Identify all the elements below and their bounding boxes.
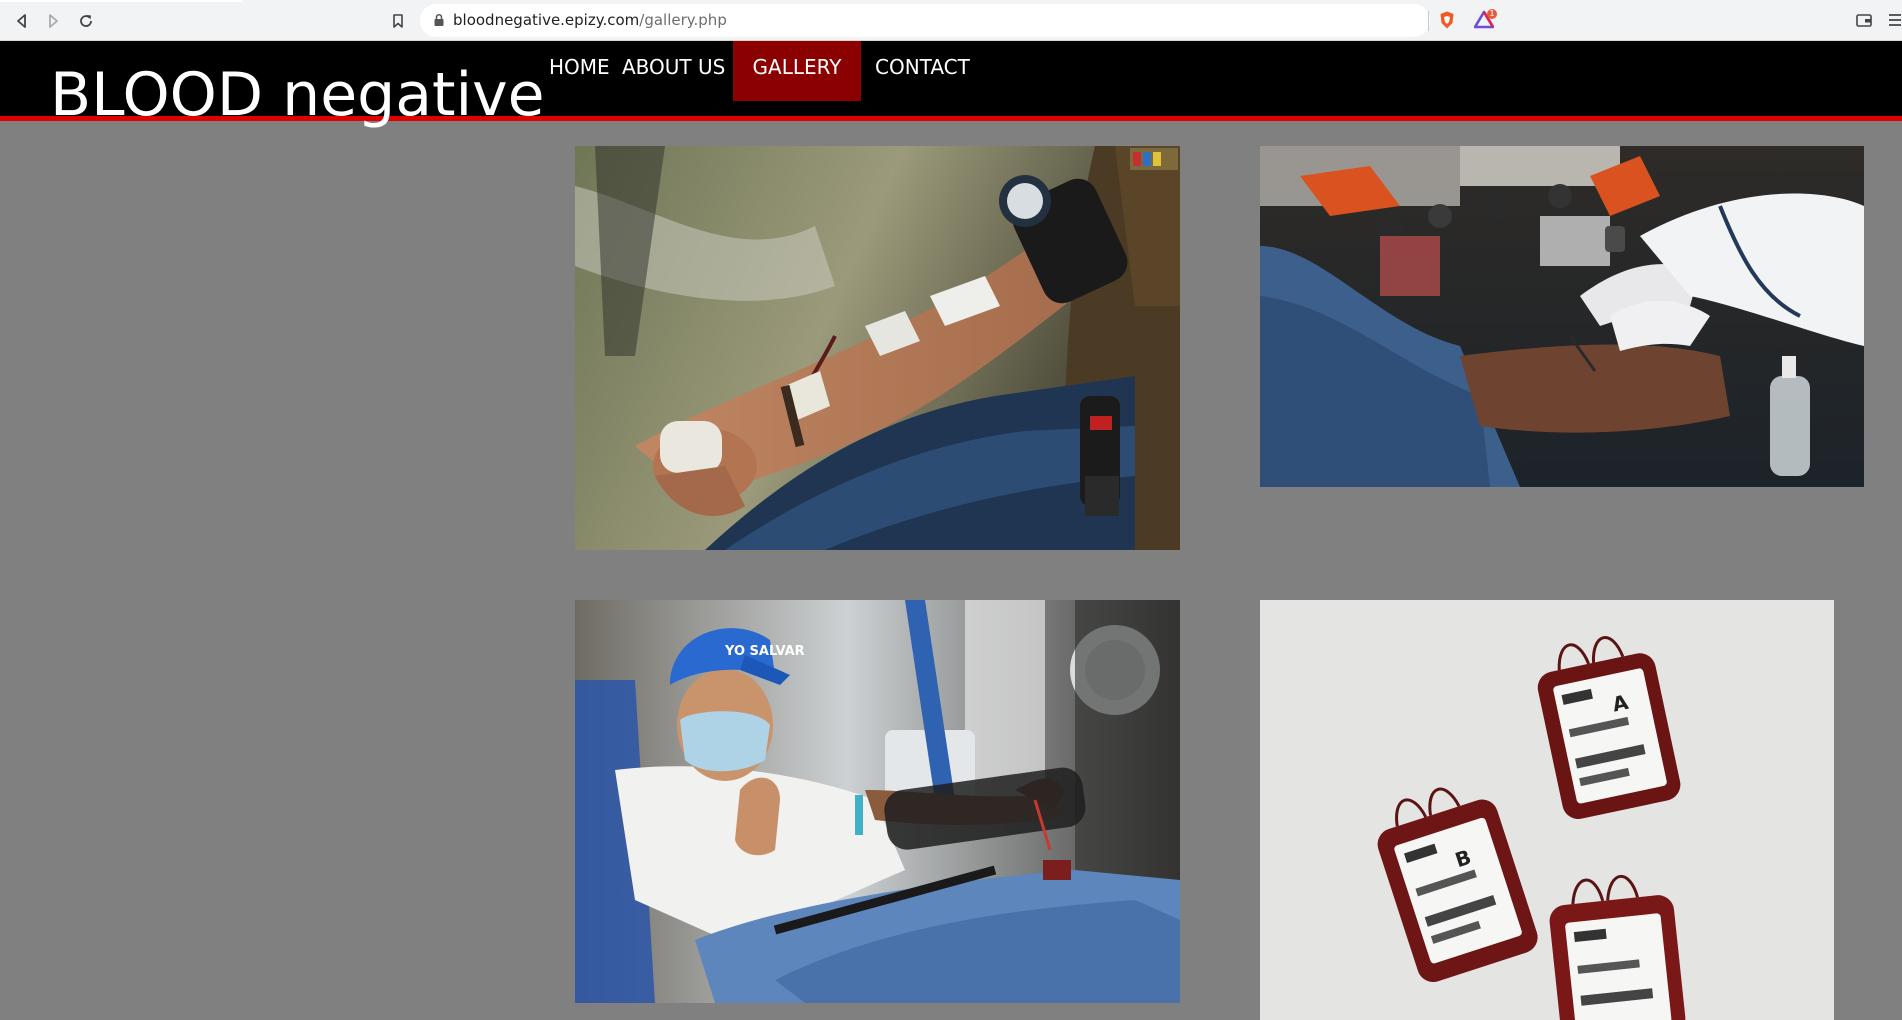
nav-about-us[interactable]: ABOUT US [622,41,725,101]
wallet-button[interactable] [1854,10,1874,30]
nurse-drawing-blood-photo [1260,146,1864,487]
url-host: bloodnegative.epizy.com [453,11,640,29]
forward-icon [49,14,58,28]
site-logo-text: BLOOD negative [50,60,545,130]
url-text: bloodnegative.epizy.com/gallery.php [453,11,727,30]
bookmark-button[interactable] [387,10,409,32]
brave-shield-icon [1440,11,1454,29]
nav-contact[interactable]: CONTACT [875,41,970,101]
back-icon [17,14,26,28]
url-path: /gallery.php [639,11,727,29]
browser-menu-button[interactable] [1887,10,1902,30]
wallet-icon [1856,14,1872,27]
forward-button[interactable] [42,10,64,32]
nav-home[interactable]: HOME [549,41,610,101]
reload-button[interactable] [75,10,97,32]
nav-gallery[interactable]: GALLERY [733,41,861,101]
reload-icon [80,15,92,27]
active-tab-indicator [0,0,242,2]
donor-arm-photo [575,146,1180,550]
masked-donor-thumbs-up-photo: YO SALVAR [575,600,1180,1003]
rewards-badge: 1 [1487,9,1497,19]
cap-text: YO SALVAR [724,644,805,659]
url-divider [1428,11,1429,31]
back-button[interactable] [11,10,33,32]
lock-icon [434,13,444,26]
bookmark-icon [393,14,403,28]
address-bar[interactable]: bloodnegative.epizy.com/gallery.php [420,4,1430,37]
menu-icon [1889,14,1901,26]
browser-toolbar: bloodnegative.epizy.com/gallery.php 1 [0,0,1902,41]
brave-shield-button[interactable] [1437,10,1457,30]
blood-bags-photo: A B [1260,600,1834,1020]
